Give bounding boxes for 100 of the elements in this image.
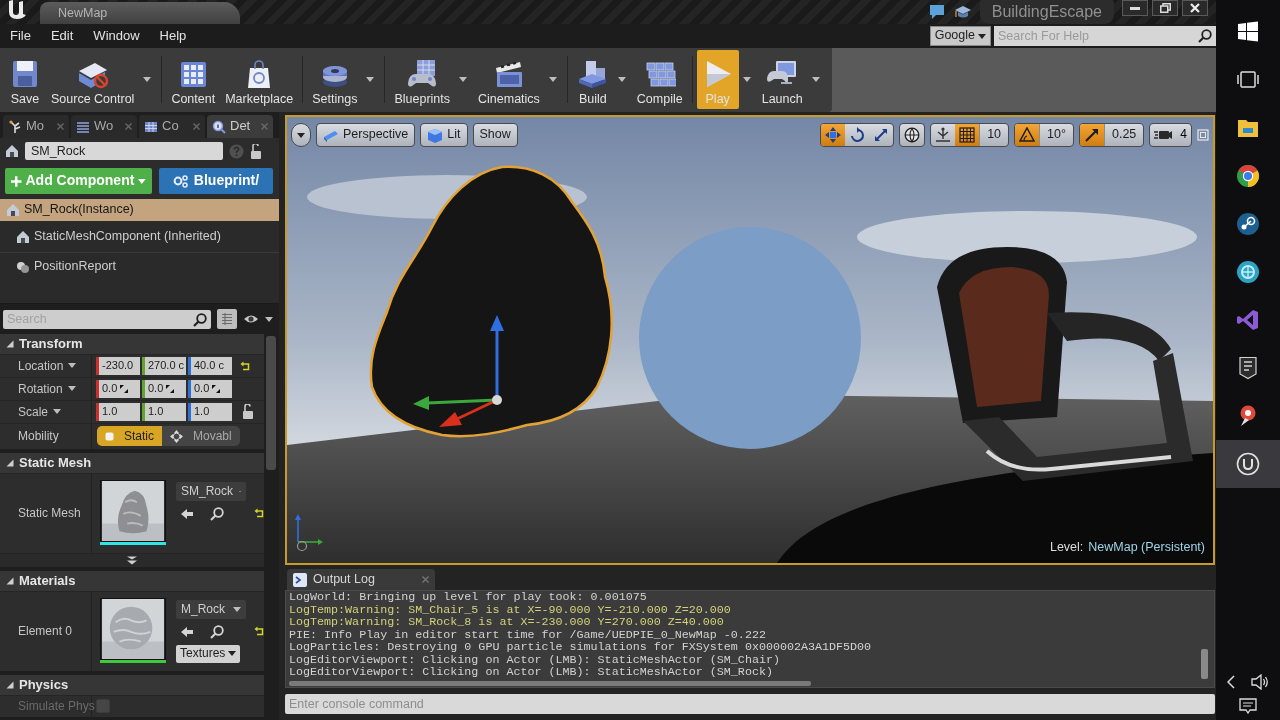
graduation-cap-icon[interactable] [953, 4, 972, 20]
close-button[interactable] [1182, 0, 1208, 16]
sphere-mesh[interactable] [639, 227, 861, 449]
save-button[interactable]: Save [4, 50, 46, 109]
drag-handle-icon[interactable] [166, 384, 175, 393]
caret-icon[interactable] [68, 363, 77, 369]
settings-button[interactable]: Settings [307, 50, 363, 109]
close-icon[interactable] [422, 576, 429, 583]
view-button[interactable]: Perspective [316, 123, 416, 147]
search-icon[interactable] [210, 624, 224, 639]
log-tab[interactable]: Output Log [287, 569, 435, 590]
search-engine-dropdown[interactable]: Google [929, 26, 991, 46]
panel-tab[interactable]: Co [139, 115, 205, 138]
help-search-field[interactable]: Search For Help [994, 26, 1216, 46]
four-panes-icon[interactable] [1236, 20, 1260, 44]
coordinate-space-button[interactable] [899, 123, 926, 147]
snap-value-dropdown[interactable]: 0.25 [1103, 124, 1144, 146]
tree-item[interactable]: SM_Rock(Instance) [0, 199, 279, 221]
u-logo-icon[interactable] [1236, 452, 1260, 476]
menu-item[interactable]: Help [149, 24, 197, 48]
marketplace-button[interactable]: Marketplace [220, 50, 299, 109]
blueprint-button[interactable]: Blueprint/ [159, 168, 273, 194]
mobility-option[interactable]: Static [97, 426, 162, 447]
console-input[interactable]: Enter console command [285, 694, 1215, 714]
reset-arrow-icon[interactable] [254, 626, 264, 637]
content-button[interactable]: Content [166, 50, 221, 109]
snap-value-dropdown[interactable]: 10° [1039, 124, 1073, 146]
speaker-icon[interactable] [1251, 674, 1269, 690]
padlock-icon[interactable] [250, 143, 262, 159]
panel-tab[interactable]: Wo [71, 115, 137, 138]
caret-icon[interactable] [459, 77, 467, 82]
scale-snap-button[interactable] [1079, 124, 1104, 146]
view-button[interactable]: Lit [420, 123, 468, 147]
reset-arrow-icon[interactable] [254, 508, 264, 519]
arrow-left-icon[interactable] [180, 625, 194, 638]
number-field[interactable]: 1.0 [188, 402, 232, 421]
shield-logo-icon[interactable] [1236, 356, 1260, 380]
taskbar-item-highlight[interactable] [1216, 440, 1280, 488]
reset-arrow-icon[interactable] [240, 360, 250, 371]
number-field[interactable]: -230.0 [96, 356, 140, 375]
caret-icon[interactable] [811, 77, 820, 82]
panel-tab[interactable]: Mo [3, 115, 69, 138]
vertical-scrollbar[interactable] [1201, 649, 1208, 679]
caret-icon[interactable] [366, 77, 375, 82]
asset-dropdown[interactable]: M_Rock [176, 599, 246, 619]
number-field[interactable]: 1.0 [96, 402, 140, 421]
horizontal-scrollbar[interactable] [289, 680, 811, 686]
snap-value-dropdown[interactable]: 10 [979, 124, 1009, 146]
drag-handle-icon[interactable] [212, 384, 221, 393]
minimize-button[interactable] [1122, 0, 1148, 16]
menu-item[interactable]: Window [83, 24, 150, 48]
search-icon[interactable] [1198, 29, 1212, 43]
caret-icon[interactable] [265, 316, 273, 322]
compile-button[interactable]: Compile [631, 50, 688, 109]
close-icon[interactable] [125, 123, 132, 130]
section-header[interactable]: Transform [0, 333, 264, 354]
viewport[interactable]: Perspective Lit Show 10 10° 0.25 4 Level: NewMap (Persistent) [285, 115, 1215, 565]
number-field[interactable]: 0.0 [96, 379, 140, 398]
blueprints-button[interactable]: Blueprints [389, 50, 455, 109]
padlock-icon[interactable] [242, 404, 254, 420]
number-field[interactable]: 0.0 [188, 379, 232, 398]
tree-item[interactable]: PositionReport [0, 252, 279, 278]
drag-handle-icon[interactable] [120, 384, 129, 393]
caret-icon[interactable] [742, 77, 751, 82]
rotation-snap-button[interactable] [1015, 124, 1040, 146]
build-button[interactable]: Build [571, 50, 614, 109]
grid-snap-button[interactable] [955, 124, 980, 146]
speech-bubble-icon[interactable] [927, 4, 946, 20]
number-field[interactable]: 1.0 [142, 402, 186, 421]
restore-button[interactable] [1152, 0, 1178, 16]
mobility-option[interactable]: Movabl [162, 426, 240, 447]
arrow-left-icon[interactable] [180, 507, 194, 520]
launch-button[interactable]: Launch [756, 50, 808, 109]
disc-logo-icon[interactable] [1236, 212, 1260, 236]
document-tab[interactable]: NewMap [40, 2, 240, 24]
panel-tab[interactable]: Det [207, 115, 273, 138]
menu-item[interactable]: File [0, 24, 41, 48]
axis-arrows-icon[interactable] [413, 315, 504, 427]
crosshair-disc-icon[interactable] [1236, 260, 1260, 284]
caret-icon[interactable] [548, 77, 557, 82]
view-button[interactable]: Show [472, 123, 518, 147]
caret-icon[interactable] [617, 77, 626, 82]
scrollbar[interactable] [266, 335, 276, 470]
chair-mesh[interactable] [937, 247, 1193, 481]
section-header[interactable]: Physics [0, 674, 264, 695]
asset-dropdown[interactable]: SM_Rock [176, 481, 246, 501]
list-view-icon[interactable] [217, 309, 237, 330]
chevron-down-icon[interactable] [126, 555, 138, 565]
close-icon[interactable] [57, 123, 64, 130]
caret-icon[interactable] [67, 386, 76, 392]
search-icon[interactable] [210, 506, 224, 521]
source-control-button[interactable]: Source Control [46, 50, 140, 109]
caret-icon[interactable] [53, 409, 62, 415]
menu-item[interactable]: Edit [40, 24, 84, 48]
ring-logo-icon[interactable] [1236, 164, 1260, 188]
chevron-left-icon[interactable] [1227, 675, 1235, 689]
rock-thumbnail[interactable] [100, 479, 166, 542]
section-header[interactable]: Static Mesh [0, 452, 264, 473]
search-icon[interactable] [193, 312, 207, 327]
actor-name-field[interactable]: SM_Rock [25, 142, 223, 160]
